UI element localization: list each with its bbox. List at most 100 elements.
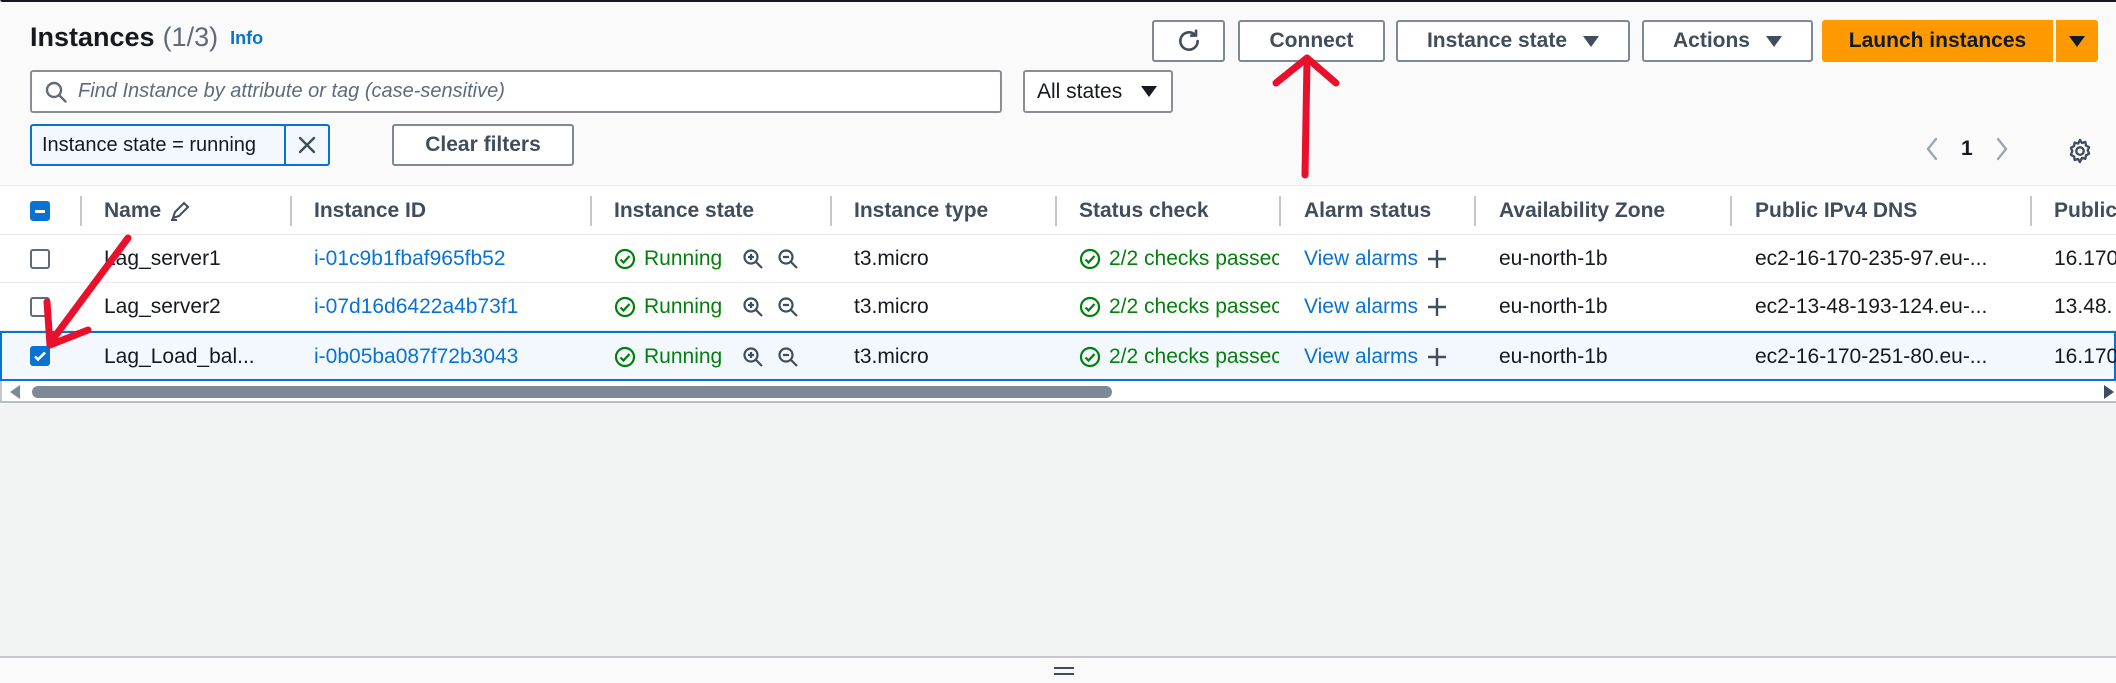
public-dns: ec2-16-170-251-80.eu-... <box>1755 345 1988 368</box>
column-label: Instance ID <box>314 199 427 222</box>
instance-id-link[interactable]: i-01c9b1fbaf965fb52 <box>314 235 506 283</box>
caret-down-icon <box>1766 35 1782 47</box>
search-field[interactable] <box>30 70 1002 113</box>
instance-state-status: Running <box>614 283 722 331</box>
column-separator <box>1730 196 1732 226</box>
column-separator <box>830 196 832 226</box>
chevron-right-icon[interactable] <box>1995 137 2009 161</box>
status-check-text: 2/2 checks passec <box>1109 247 1279 270</box>
launch-instances-button[interactable]: Launch instances <box>1822 20 2053 62</box>
instance-name: Lag_server1 <box>104 247 221 270</box>
pagination: 1 <box>1925 137 2009 161</box>
caret-down-icon <box>1583 35 1600 47</box>
status-check: 2/2 checks passec <box>1079 283 1279 331</box>
scroll-left-icon[interactable] <box>10 385 20 399</box>
instance-id-link[interactable]: i-0b05ba087f72b3043 <box>314 333 518 381</box>
public-dns: ec2-13-48-193-124.eu-... <box>1755 295 1988 318</box>
zoom-in-icon[interactable] <box>742 346 764 368</box>
row-checkbox[interactable] <box>30 249 50 269</box>
row-checkbox[interactable] <box>30 346 50 366</box>
resize-handle-icon[interactable] <box>1054 667 1074 679</box>
column-header-instance-id[interactable]: Instance ID <box>314 186 426 236</box>
zoom-out-icon[interactable] <box>777 296 799 318</box>
column-header-status-check[interactable]: Status check <box>1079 186 1209 236</box>
instances-table: Name Instance ID Instance state Instance… <box>0 185 2116 403</box>
remove-filter-button[interactable] <box>286 126 328 164</box>
alarm-status: View alarms <box>1304 283 1448 331</box>
launch-instances-dropdown[interactable] <box>2056 20 2098 62</box>
column-separator <box>1279 196 1281 226</box>
scrollbar-thumb[interactable] <box>32 386 1112 398</box>
instance-state-button[interactable]: Instance state <box>1396 20 1630 62</box>
column-header-public-ip[interactable]: Public <box>2054 186 2116 236</box>
gear-icon[interactable] <box>2066 137 2094 165</box>
instance-id-link[interactable]: i-07d16d6422a4b73f1 <box>314 283 518 331</box>
view-alarms-link[interactable]: View alarms <box>1304 345 1418 369</box>
column-separator <box>590 196 592 226</box>
add-icon[interactable] <box>1426 248 1448 270</box>
view-alarms-link[interactable]: View alarms <box>1304 247 1418 271</box>
column-header-public-dns[interactable]: Public IPv4 DNS <box>1755 186 1917 236</box>
status-success-icon <box>1079 248 1101 270</box>
filter-token-label: Instance state = running <box>32 126 286 164</box>
public-dns: ec2-16-170-235-97.eu-... <box>1755 247 1988 270</box>
column-label: Public <box>2054 199 2116 222</box>
actions-label: Actions <box>1672 29 1750 52</box>
table-row[interactable]: Lag_server2 i-07d16d6422a4b73f1 Running … <box>0 283 2116 331</box>
zoom-in-icon[interactable] <box>742 248 764 270</box>
all-states-select[interactable]: All states <box>1023 70 1173 113</box>
status-success-icon <box>614 296 636 318</box>
public-ip: 16.170 <box>2054 345 2116 368</box>
instance-state-status: Running <box>614 333 722 381</box>
connect-button[interactable]: Connect <box>1238 20 1385 62</box>
column-header-availability-zone[interactable]: Availability Zone <box>1499 186 1665 236</box>
status-success-icon <box>1079 346 1101 368</box>
status-check-text: 2/2 checks passec <box>1109 295 1279 318</box>
instance-count: (1/3) <box>162 22 219 52</box>
chevron-left-icon[interactable] <box>1925 137 1939 161</box>
table-header: Name Instance ID Instance state Instance… <box>0 185 2116 235</box>
column-separator <box>1474 196 1476 226</box>
split-panel-footer <box>0 656 2116 683</box>
scroll-right-icon[interactable] <box>2104 385 2114 399</box>
instance-state-label: Instance state <box>1426 29 1568 52</box>
page-number[interactable]: 1 <box>1961 137 1973 161</box>
refresh-icon <box>1178 29 1199 51</box>
instance-name: Lag_Load_bal... <box>104 345 255 368</box>
column-header-instance-type[interactable]: Instance type <box>854 186 988 236</box>
search-input[interactable] <box>78 80 978 103</box>
state-text: Running <box>644 247 723 270</box>
page-title: Instances (1/3) Info <box>30 22 263 53</box>
table-row[interactable]: Lag_Load_bal... i-0b05ba087f72b3043 Runn… <box>0 331 2116 381</box>
view-alarms-link[interactable]: View alarms <box>1304 295 1418 319</box>
public-ip: 16.170 <box>2054 247 2116 270</box>
column-header-alarm-status[interactable]: Alarm status <box>1304 186 1431 236</box>
status-check: 2/2 checks passec <box>1079 333 1279 381</box>
status-check: 2/2 checks passec <box>1079 235 1279 283</box>
zoom-out-icon[interactable] <box>777 346 799 368</box>
search-icon <box>45 81 67 103</box>
table-row[interactable]: Lag_server1 i-01c9b1fbaf965fb52 Running … <box>0 235 2116 283</box>
details-panel <box>0 403 2116 656</box>
column-header-name[interactable]: Name <box>104 186 191 236</box>
filter-token: Instance state = running <box>30 124 330 166</box>
alarm-status: View alarms <box>1304 333 1448 381</box>
refresh-button[interactable] <box>1152 20 1225 62</box>
column-label: Status check <box>1079 199 1209 222</box>
column-header-instance-state[interactable]: Instance state <box>614 186 754 236</box>
add-icon[interactable] <box>1426 296 1448 318</box>
add-icon[interactable] <box>1426 346 1448 368</box>
horizontal-scrollbar[interactable] <box>0 381 2116 401</box>
status-success-icon <box>614 248 636 270</box>
select-all-checkbox[interactable] <box>30 201 50 221</box>
row-checkbox[interactable] <box>30 297 50 317</box>
column-label: Name <box>104 199 162 222</box>
column-separator <box>290 196 292 226</box>
zoom-out-icon[interactable] <box>777 248 799 270</box>
close-icon <box>298 136 316 154</box>
clear-filters-button[interactable]: Clear filters <box>392 124 574 166</box>
instance-state-status: Running <box>614 235 722 283</box>
zoom-in-icon[interactable] <box>742 296 764 318</box>
actions-button[interactable]: Actions <box>1642 20 1813 62</box>
info-link[interactable]: Info <box>230 28 263 48</box>
